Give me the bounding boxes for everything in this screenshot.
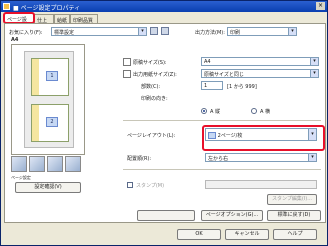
- chevron-down-icon: ▾: [310, 70, 318, 77]
- copies-range: [1 から 999]: [227, 84, 257, 90]
- preview-margin: [32, 59, 39, 95]
- output-size-value: 原稿サイズと同じ: [204, 72, 244, 78]
- preview-page-1: 1: [31, 58, 69, 96]
- view-thumbnail-icon[interactable]: [11, 156, 27, 172]
- page-preview: 1 2: [11, 44, 85, 155]
- page-order-select[interactable]: 左から右 ▾: [205, 153, 317, 162]
- original-size-select[interactable]: A4 ▾: [201, 57, 319, 66]
- copies-input[interactable]: 1: [201, 81, 223, 90]
- print-settings-dialog: ■ ページ設定プロパティ × ページ設定 仕上げ 給紙 印刷品質 お気に入り(F…: [0, 0, 328, 246]
- favorites-label: お気に入り(F):: [9, 30, 43, 36]
- landscape-label: A 横: [260, 109, 271, 115]
- copies-value: 1: [204, 83, 208, 89]
- chevron-down-icon: ▾: [308, 154, 316, 161]
- view-settings-button[interactable]: 設定確認(V): [15, 182, 81, 193]
- layout-highlight: [202, 125, 325, 151]
- paper-size-indicator: A4: [11, 37, 19, 43]
- preview-sheet: 1 2: [24, 51, 74, 148]
- favorites-value: 標準設定: [54, 30, 75, 36]
- cancel-button[interactable]: キャンセル: [225, 229, 269, 240]
- original-size-label: 原稿サイズ(S):: [133, 60, 167, 66]
- page-order-value: 左から右: [208, 156, 229, 162]
- ok-button[interactable]: OK: [177, 229, 221, 240]
- stamp-checkbox[interactable]: [127, 182, 133, 188]
- original-size-value: A4: [204, 59, 211, 65]
- preview-margin: [32, 105, 39, 141]
- document-icon: [123, 58, 131, 66]
- output-method-value: 印刷: [230, 30, 241, 36]
- window-title: ■ ページ設定プロパティ: [13, 5, 81, 12]
- preview-page-2: 2: [31, 104, 69, 142]
- output-method-label: 出力方法(M):: [195, 30, 225, 36]
- orientation-label: 印刷の向き:: [141, 96, 168, 102]
- stamp-edit-button[interactable]: スタンプ編集(I)...: [267, 194, 317, 205]
- preview-caption: ページ設定: [11, 175, 31, 180]
- output-size-label: 出力用紙サイズ(Z):: [133, 72, 177, 78]
- chevron-down-icon: ▾: [310, 58, 318, 65]
- edit-favorite-icon[interactable]: [161, 27, 169, 35]
- disabled-option-button[interactable]: [137, 210, 195, 221]
- page-order-label: 配置順(R):: [127, 156, 152, 162]
- page-layout-label: ページレイアウト(L):: [127, 133, 176, 139]
- paper-icon: [123, 70, 131, 78]
- page-options-button[interactable]: ページオプション(G)...: [201, 210, 263, 221]
- stamp-label: スタンプ(M): [136, 183, 165, 189]
- section-divider: [123, 120, 321, 121]
- chevron-down-icon: ▾: [138, 28, 146, 35]
- close-icon[interactable]: ×: [316, 2, 325, 10]
- copies-label: 部数(C):: [141, 84, 161, 90]
- page-number-1: 1: [46, 71, 58, 81]
- add-favorite-icon[interactable]: [150, 27, 158, 35]
- printer-icon: [3, 3, 10, 10]
- view-thumbnail-icon[interactable]: [47, 156, 63, 172]
- view-thumbnail-icon[interactable]: [29, 156, 45, 172]
- page-number-2: 2: [46, 117, 58, 127]
- help-button[interactable]: ヘルプ: [273, 229, 317, 240]
- output-method-select[interactable]: 印刷 ▾: [227, 27, 297, 36]
- section-divider: [123, 169, 321, 170]
- page-setup-panel: お気に入り(F): 標準設定 ▾ 出力方法(M): 印刷 ▾ A4 1 2 ペー…: [4, 23, 326, 223]
- landscape-radio[interactable]: [251, 108, 257, 114]
- stamp-select[interactable]: [205, 180, 317, 189]
- output-size-select[interactable]: 原稿サイズと同じ ▾: [201, 69, 319, 78]
- title-bar: ■ ページ設定プロパティ ×: [1, 1, 327, 12]
- restore-defaults-button[interactable]: 標準に戻す(D): [267, 210, 321, 221]
- portrait-label: A 縦: [210, 109, 221, 115]
- view-thumbnail-icon[interactable]: [65, 156, 81, 172]
- portrait-radio[interactable]: [201, 108, 207, 114]
- chevron-down-icon: ▾: [288, 28, 296, 35]
- favorites-select[interactable]: 標準設定 ▾: [51, 27, 147, 36]
